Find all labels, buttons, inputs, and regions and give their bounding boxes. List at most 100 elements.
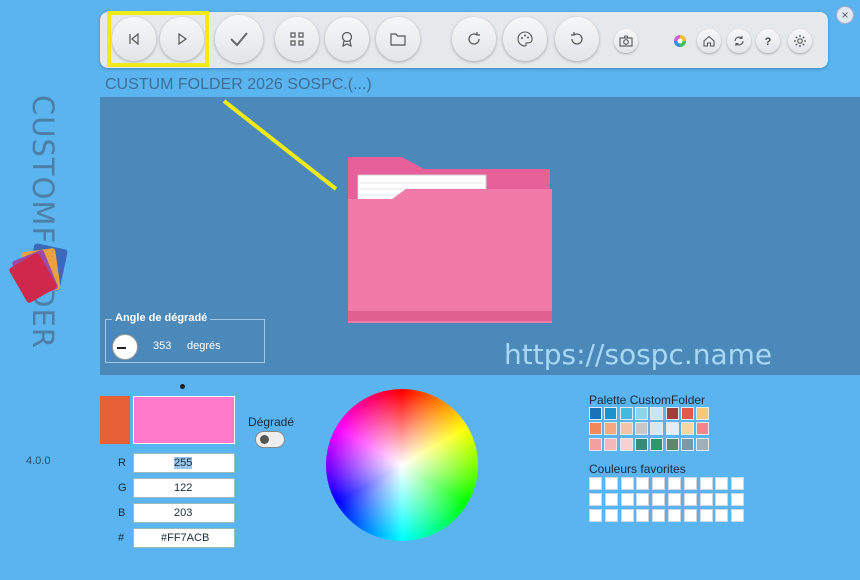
palette-swatch[interactable]	[680, 437, 694, 451]
redo-icon	[468, 32, 480, 45]
angle-unit: degrés	[187, 340, 221, 352]
angle-dial[interactable]	[112, 334, 138, 360]
favorite-swatch[interactable]	[683, 477, 697, 490]
favorite-swatch[interactable]	[715, 492, 729, 506]
camera-icon	[619, 35, 633, 47]
palette-title: Palette CustomFolder	[589, 393, 706, 407]
favorite-swatch[interactable]	[604, 492, 618, 506]
palette-swatch[interactable]	[665, 437, 679, 451]
hex-input[interactable]: #FF7ACB	[133, 528, 235, 548]
favorite-swatch[interactable]	[668, 477, 681, 490]
favorite-swatch[interactable]	[604, 477, 618, 490]
favorite-swatch[interactable]	[699, 508, 713, 522]
close-button[interactable]: ×	[836, 6, 854, 24]
home-icon	[703, 35, 715, 47]
palette-swatch[interactable]	[650, 437, 664, 451]
palette-swatch[interactable]	[634, 407, 648, 420]
palette-swatch[interactable]	[604, 437, 618, 451]
palette-swatch[interactable]	[619, 437, 633, 451]
g-input[interactable]: 122	[133, 478, 235, 498]
favorite-swatch[interactable]	[589, 508, 602, 522]
favorite-swatch[interactable]	[699, 477, 713, 490]
b-input[interactable]: 203	[133, 503, 235, 523]
favorite-swatch[interactable]	[731, 508, 745, 522]
palette-button[interactable]	[503, 17, 547, 61]
favorite-swatch[interactable]	[731, 477, 745, 490]
palette-swatch[interactable]	[604, 407, 618, 420]
b-label: B	[118, 507, 126, 519]
gradient-angle-label: Angle de dégradé	[112, 312, 211, 324]
favorite-swatch[interactable]	[731, 492, 745, 506]
sync-button[interactable]	[727, 29, 751, 53]
favorite-swatch[interactable]	[620, 477, 634, 490]
palette-swatch[interactable]	[589, 422, 602, 436]
palette-swatch[interactable]	[650, 407, 664, 420]
help-button[interactable]: ?	[756, 29, 780, 53]
new-color-swatch[interactable]	[133, 396, 235, 444]
old-color-swatch[interactable]	[100, 396, 130, 444]
palette-swatch[interactable]	[665, 407, 679, 420]
favorite-swatch[interactable]	[715, 477, 729, 490]
palette-swatch[interactable]	[680, 407, 694, 420]
favorite-swatch[interactable]	[683, 492, 697, 506]
badge-button[interactable]	[325, 17, 369, 61]
favorite-swatch[interactable]	[668, 492, 681, 506]
palette-swatch[interactable]	[696, 422, 710, 436]
app-logo	[9, 243, 68, 303]
favorite-swatch[interactable]	[636, 477, 650, 490]
favorite-swatch[interactable]	[589, 477, 602, 490]
color-wheel-icon	[674, 35, 686, 47]
palette-swatch[interactable]	[589, 407, 602, 420]
color-wheel-button[interactable]	[668, 29, 692, 53]
undo-icon	[571, 32, 583, 45]
check-icon	[230, 32, 248, 47]
favorite-swatch[interactable]	[636, 492, 650, 506]
palette-swatch[interactable]	[619, 422, 633, 436]
favorite-swatch[interactable]	[683, 508, 697, 522]
favorite-swatch[interactable]	[620, 492, 634, 506]
palette-swatch[interactable]	[634, 422, 648, 436]
watermark-text: https://sospc.name	[504, 338, 773, 371]
favorite-swatch[interactable]	[604, 508, 618, 522]
palette-swatch[interactable]	[680, 422, 694, 436]
palette-swatch[interactable]	[634, 437, 648, 451]
sync-icon	[734, 36, 744, 46]
question-icon: ?	[765, 36, 772, 47]
r-input[interactable]: 255	[133, 453, 235, 473]
favorite-swatch[interactable]	[652, 492, 666, 506]
favorite-swatch[interactable]	[652, 477, 666, 490]
settings-button[interactable]	[788, 29, 812, 53]
color-wheel[interactable]	[326, 389, 478, 541]
apply-button[interactable]	[215, 15, 263, 63]
gradient-angle-group: Angle de dégradé 353 degrés	[105, 312, 265, 363]
g-label: G	[118, 482, 127, 494]
favorite-swatch[interactable]	[589, 492, 602, 506]
palette-swatch[interactable]	[589, 437, 602, 451]
favorite-swatch[interactable]	[652, 508, 666, 522]
r-label: R	[118, 457, 126, 469]
palette-swatch[interactable]	[604, 422, 618, 436]
favorites-title: Couleurs favorites	[589, 462, 686, 476]
angle-value[interactable]: 353	[153, 340, 171, 352]
highlight-box	[107, 11, 209, 67]
palette-icon	[517, 31, 533, 47]
palette-swatch[interactable]	[696, 407, 710, 420]
palette-swatch[interactable]	[696, 437, 710, 451]
home-button[interactable]	[697, 29, 721, 53]
palette-swatch[interactable]	[665, 422, 679, 436]
undo-button[interactable]	[555, 17, 599, 61]
refresh-button[interactable]	[452, 17, 496, 61]
favorite-swatch[interactable]	[668, 508, 681, 522]
hex-label: #	[118, 532, 125, 544]
folder-button[interactable]	[376, 17, 420, 61]
palette-swatch[interactable]	[650, 422, 664, 436]
grid-button[interactable]	[275, 17, 319, 61]
folder-icon	[390, 33, 406, 46]
favorite-swatch[interactable]	[715, 508, 729, 522]
palette-swatch[interactable]	[619, 407, 633, 420]
favorite-swatch[interactable]	[636, 508, 650, 522]
camera-button[interactable]	[614, 29, 638, 53]
gradient-toggle[interactable]	[255, 431, 285, 448]
favorite-swatch[interactable]	[620, 508, 634, 522]
favorite-swatch[interactable]	[699, 492, 713, 506]
